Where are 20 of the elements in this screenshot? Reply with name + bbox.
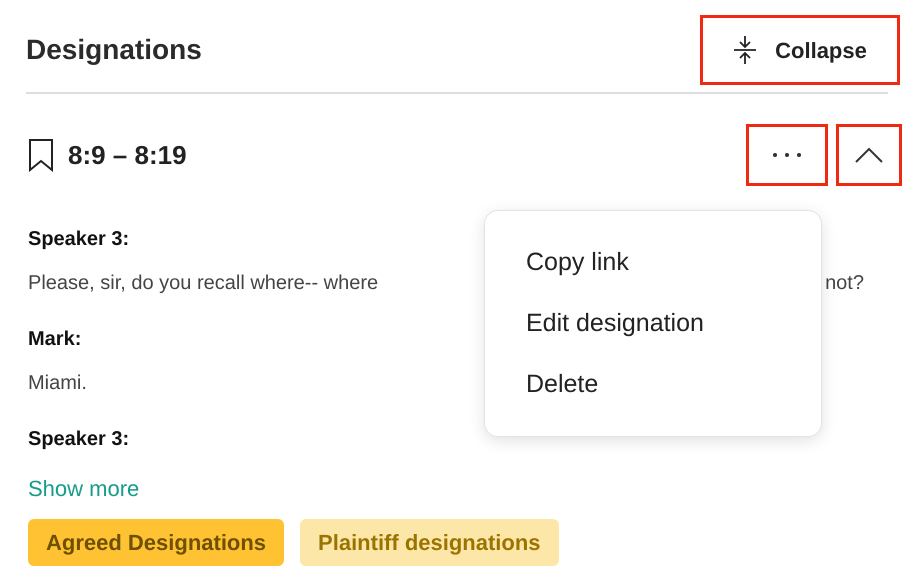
transcript-text: Miami. xyxy=(28,371,87,396)
transcript-text: not? xyxy=(825,271,864,296)
bookmark-icon xyxy=(26,138,56,172)
menu-item[interactable]: Copy link xyxy=(526,250,821,275)
collapse-row-button[interactable] xyxy=(836,124,902,186)
chevron-up-icon xyxy=(855,147,883,163)
panel-title: Designations xyxy=(26,33,202,67)
speaker-name: Speaker 3: xyxy=(28,427,130,452)
transcript-text: Please, sir, do you recall where-- where xyxy=(28,271,378,296)
menu-item[interactable]: Delete xyxy=(526,372,821,397)
designation-tag: Plaintiff designations xyxy=(300,519,559,566)
collapse-button[interactable]: Collapse xyxy=(700,15,900,85)
more-options-button[interactable] xyxy=(746,124,828,186)
menu-item[interactable]: Edit designation xyxy=(526,311,821,336)
speaker-name: Speaker 3: xyxy=(28,227,130,252)
collapse-icon xyxy=(733,35,758,65)
speaker-name: Mark: xyxy=(28,327,82,352)
designation-tag: Agreed Designations xyxy=(28,519,284,566)
designation-range: 8:9 – 8:19 xyxy=(68,138,187,172)
ellipsis-icon xyxy=(772,152,802,158)
